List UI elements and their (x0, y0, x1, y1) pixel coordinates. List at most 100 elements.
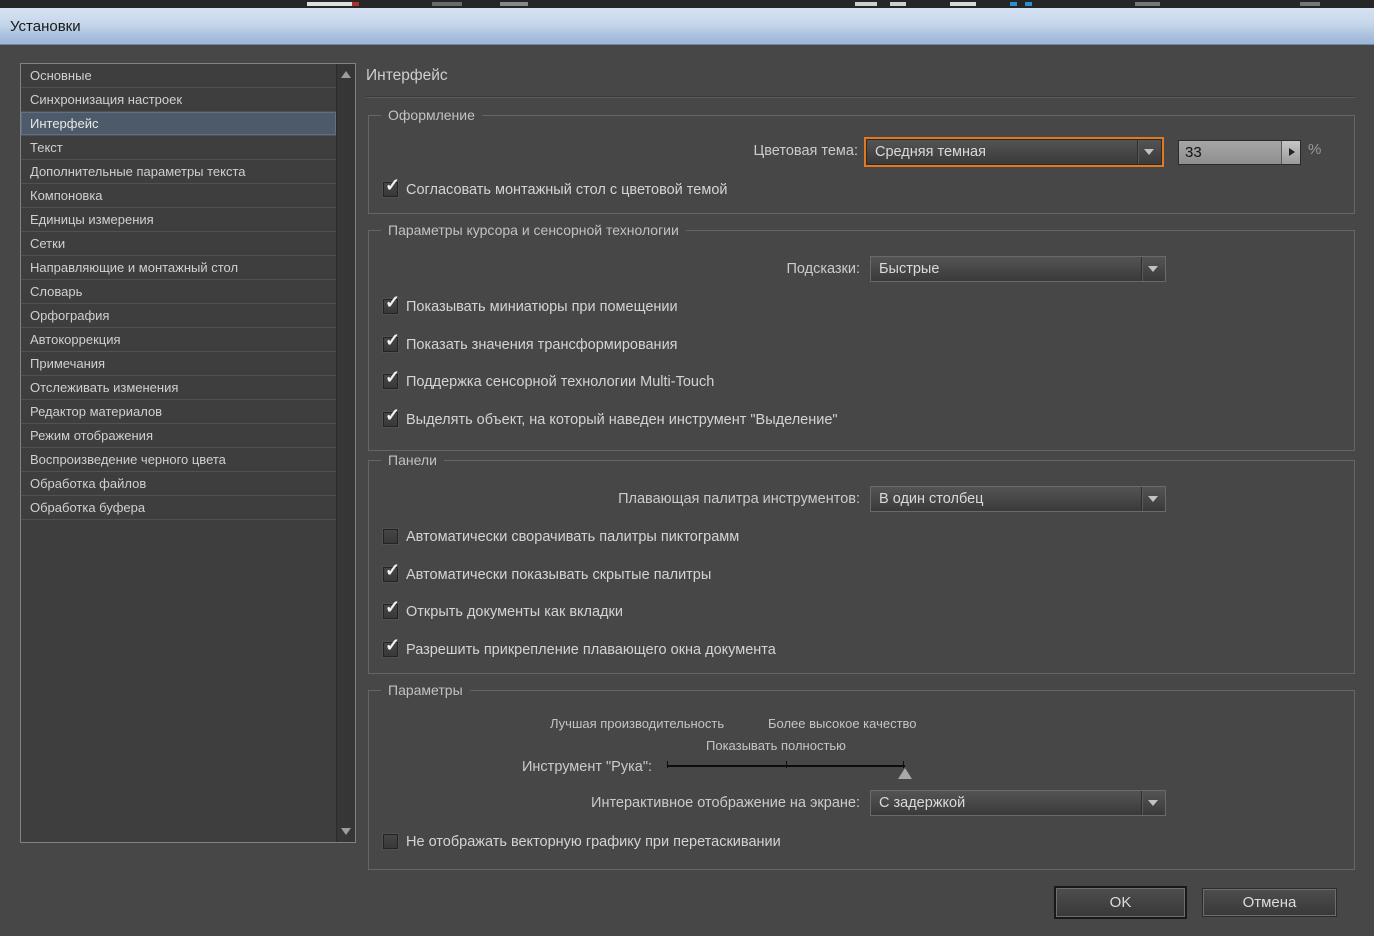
sidebar-item-units[interactable]: Единицы измерения (21, 208, 336, 232)
sidebar-item-composition[interactable]: Компоновка (21, 184, 336, 208)
multitouch-label: Поддержка сенсорной технологии Multi-Tou… (406, 374, 715, 390)
slider-tick (903, 761, 904, 768)
sidebar-item-spelling[interactable]: Орфография (21, 304, 336, 328)
sidebar-item-general[interactable]: Основные (21, 64, 336, 88)
sidebar-scrollbar[interactable] (336, 64, 355, 842)
sidebar-item-advanced-type[interactable]: Дополнительные параметры текста (21, 160, 336, 184)
highlight-object-label: Выделять объект, на который наведен инст… (406, 412, 838, 428)
app-icon-fragment (855, 2, 877, 6)
open-as-tabs-label: Открыть документы как вкладки (406, 604, 623, 620)
ok-button[interactable]: OK (1056, 888, 1185, 917)
app-icon-fragment (1135, 2, 1160, 6)
show-thumbnails-checkbox[interactable]: ✓ (383, 292, 400, 314)
check-icon: ✓ (385, 175, 401, 195)
check-icon: ✓ (385, 292, 401, 312)
stepper-expand-button[interactable] (1281, 141, 1300, 164)
sidebar-item-autocorrect[interactable]: Автокоррекция (21, 328, 336, 352)
check-icon: ✓ (385, 560, 401, 580)
chevron-down-icon (1148, 800, 1158, 806)
slider-tick (667, 761, 668, 768)
tooltips-dropdown[interactable]: Быстрые (870, 256, 1166, 282)
match-canvas-checkbox[interactable]: ✓ (383, 175, 400, 197)
sidebar-item-type[interactable]: Текст (21, 136, 336, 160)
floating-palette-value: В один столбец (879, 491, 984, 507)
app-icon-fragment (950, 2, 976, 6)
tooltips-value: Быстрые (879, 261, 940, 277)
sidebar-item-notes[interactable]: Примечания (21, 352, 336, 376)
background-app-sliver (0, 0, 1374, 8)
category-rows: Основные Синхронизация настроек Интерфей… (21, 64, 336, 842)
dialog-title: Установки (10, 18, 81, 35)
chevron-down-icon (1144, 149, 1154, 155)
color-theme-label: Цветовая тема: (753, 143, 858, 159)
color-theme-dropdown[interactable]: Средняя темная (866, 139, 1162, 165)
chevron-down-icon (1148, 496, 1158, 502)
app-icon-fragment (352, 2, 359, 6)
dropdown-arrow-zone[interactable] (1141, 791, 1165, 815)
floating-palette-dropdown[interactable]: В один столбец (870, 486, 1166, 512)
group-options-legend: Параметры (381, 682, 470, 698)
heading-divider (366, 96, 1355, 97)
dialog-titlebar[interactable]: Установки (0, 8, 1374, 45)
percent-sign: % (1308, 141, 1322, 158)
sidebar-item-file-handling[interactable]: Обработка файлов (21, 472, 336, 496)
app-icon-fragment (500, 2, 528, 6)
group-cursor-touch-legend: Параметры курсора и сенсорной технологии (381, 222, 686, 238)
sidebar-item-guides-pasteboard[interactable]: Направляющие и монтажный стол (21, 256, 336, 280)
page-title: Интерфейс (366, 67, 448, 84)
scroll-down-icon[interactable] (341, 828, 351, 835)
auto-collapse-checkbox[interactable]: ✓ (383, 529, 398, 544)
cancel-button[interactable]: Отмена (1203, 889, 1336, 916)
group-appearance-legend: Оформление (381, 107, 482, 123)
brightness-value: 33 (1185, 144, 1202, 161)
show-transform-values-checkbox[interactable]: ✓ (383, 330, 400, 352)
preferences-dialog: Основные Синхронизация настроек Интерфей… (0, 45, 1374, 936)
best-performance-label: Лучшая производительность (550, 716, 725, 731)
tooltips-label: Подсказки: (786, 261, 860, 277)
sidebar-item-display-performance[interactable]: Режим отображения (21, 424, 336, 448)
check-icon: ✓ (385, 405, 401, 425)
higher-quality-label: Более высокое качество (768, 716, 917, 731)
interactive-display-dropdown[interactable]: С задержкой (870, 790, 1166, 816)
sidebar-item-story-editor[interactable]: Редактор материалов (21, 400, 336, 424)
auto-collapse-label: Автоматически сворачивать палитры пиктог… (406, 529, 740, 545)
open-as-tabs-checkbox[interactable]: ✓ (383, 597, 400, 619)
multitouch-checkbox[interactable]: ✓ (383, 367, 400, 389)
slider-thumb-icon[interactable] (898, 768, 912, 779)
group-panels-legend: Панели (381, 452, 444, 468)
dropdown-arrow-zone[interactable] (1137, 140, 1161, 164)
no-vector-drag-checkbox[interactable]: ✓ (383, 834, 398, 849)
sidebar-item-clipboard-handling[interactable]: Обработка буфера (21, 496, 336, 520)
scroll-up-icon[interactable] (341, 71, 351, 78)
sidebar-item-grids[interactable]: Сетки (21, 232, 336, 256)
floating-palette-label: Плавающая палитра инструментов: (618, 491, 860, 507)
interactive-display-value: С задержкой (879, 795, 966, 811)
dropdown-arrow-zone[interactable] (1141, 487, 1165, 511)
sidebar-item-black-appearance[interactable]: Воспроизведение черного цвета (21, 448, 336, 472)
brightness-stepper[interactable]: 33 (1178, 140, 1301, 165)
check-icon: ✓ (385, 330, 401, 350)
category-list: Основные Синхронизация настроек Интерфей… (20, 63, 356, 843)
show-thumbnails-label: Показывать миниатюры при помещении (406, 299, 678, 315)
hand-tool-label: Инструмент "Рука": (522, 759, 652, 775)
check-icon: ✓ (385, 367, 401, 387)
allow-docking-checkbox[interactable]: ✓ (383, 635, 400, 657)
sidebar-item-interface[interactable]: Интерфейс (21, 112, 336, 136)
highlight-object-checkbox[interactable]: ✓ (383, 405, 400, 427)
no-vector-drag-label: Не отображать векторную графику при пере… (406, 834, 781, 850)
chevron-down-icon (1148, 266, 1158, 272)
sidebar-item-sync-settings[interactable]: Синхронизация настроек (21, 88, 336, 112)
slider-tick (786, 761, 787, 768)
app-icon-fragment (432, 2, 462, 6)
app-icon-fragment (307, 2, 355, 6)
check-icon: ✓ (385, 635, 401, 655)
auto-show-hidden-label: Автоматически показывать скрытые палитры (406, 567, 712, 583)
chevron-right-icon (1289, 148, 1295, 156)
dropdown-arrow-zone[interactable] (1141, 257, 1165, 281)
auto-show-hidden-checkbox[interactable]: ✓ (383, 560, 400, 582)
color-theme-value: Средняя темная (875, 144, 986, 160)
sidebar-item-track-changes[interactable]: Отслеживать изменения (21, 376, 336, 400)
sidebar-item-dictionary[interactable]: Словарь (21, 280, 336, 304)
allow-docking-label: Разрешить прикрепление плавающего окна д… (406, 642, 776, 658)
interactive-display-label: Интерактивное отображение на экране: (591, 795, 860, 811)
